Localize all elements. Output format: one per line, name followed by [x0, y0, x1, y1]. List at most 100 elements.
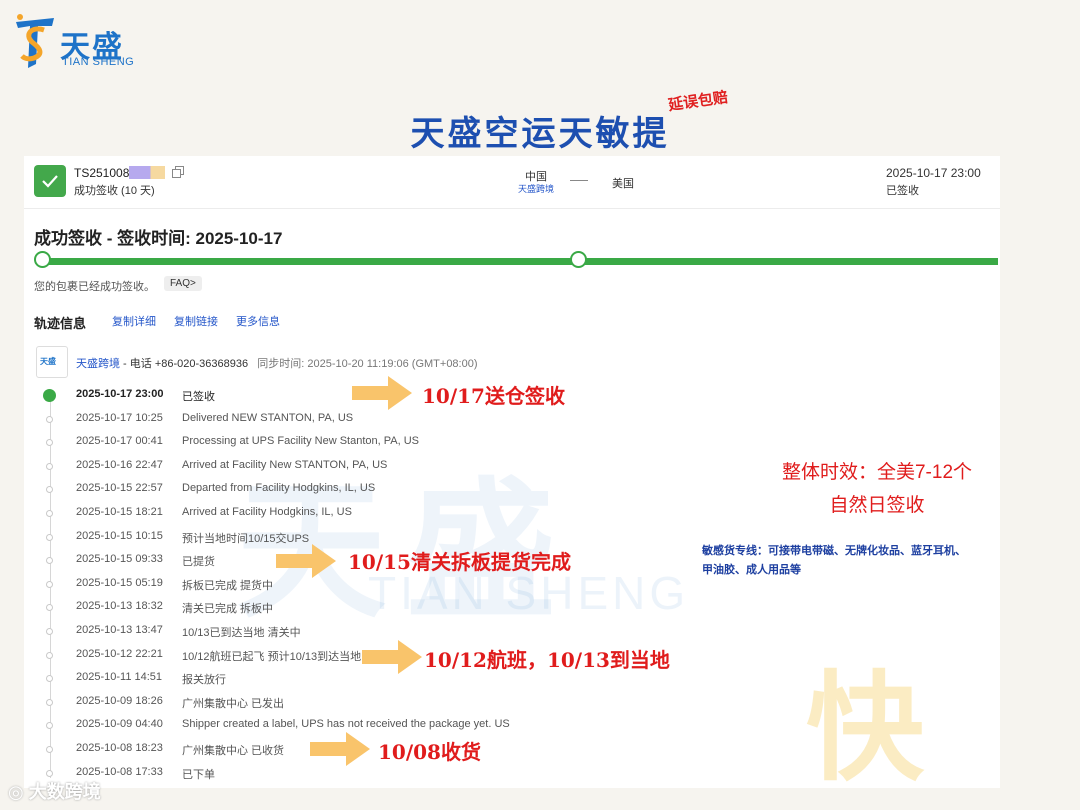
transit-summary: 整体时效：全美7-12个 自然日签收 [752, 456, 1002, 522]
event-time: 2025-10-09 04:40 [76, 718, 163, 731]
footer-watermark-text: 大数跨境 [28, 782, 101, 802]
timeline-dot [46, 769, 53, 777]
delivered-check-icon [34, 165, 66, 197]
event-time: 2025-10-08 17:33 [76, 765, 163, 778]
carrier-logo-text: 天盛 [40, 357, 56, 366]
page-title: 天盛空运天敏提 [410, 115, 670, 153]
event-description: 已下单 [182, 768, 215, 781]
timeline-dot [46, 675, 53, 683]
event-time: 2025-10-15 09:33 [76, 553, 163, 566]
arrow-icon [276, 544, 336, 578]
timeline-event: 2025-10-15 05:19 拆板已完成 提货中 [24, 575, 624, 597]
timeline-event: 2025-10-17 10:25 Delivered NEW STANTON, P… [24, 410, 624, 432]
timeline-dot [46, 415, 53, 423]
event-time: 2025-10-13 18:32 [76, 600, 163, 613]
timeline-event: 2025-10-17 00:41 Processing at UPS Facili… [24, 433, 624, 455]
summary-line-1: 整体时效：全美7-12个 [781, 462, 973, 483]
event-time: 2025-10-08 18:23 [76, 742, 163, 754]
annotation-delivered: 10/17送仓签收 [422, 384, 565, 408]
redacted-mask [129, 166, 166, 179]
delivery-headline: 成功签收 - 签收时间: 2025-10-17 [34, 229, 283, 248]
annotation-received: 10/08收货 [378, 740, 481, 764]
annotation-flight: 10/12航班，10/13到当地 [424, 648, 670, 672]
event-time: 2025-10-11 14:51 [76, 671, 163, 684]
event-time: 2025-10-16 22:47 [76, 458, 163, 471]
shipment-header: TS251008 成功签收 (10 天) 中国 天盛跨境 美国 2025-10-… [24, 156, 1000, 209]
carrier-info: 天盛跨境 - 电话 +86-020-36368936 同步时间: 2025-10… [76, 355, 478, 371]
timeline-event: 2025-10-09 18:26 广州集散中心 已发出 [24, 693, 624, 715]
event-description: Delivered NEW STANTON, PA, US [182, 411, 354, 424]
last-update-time: 2025-10-17 23:00 [886, 166, 981, 180]
sensitive-line-1: 敏感货专线：可接带电带磁、无牌化妆品、蓝牙耳机、 [702, 545, 966, 557]
timeline-dot [46, 628, 53, 635]
shipment-status: 成功签收 (10 天) [74, 185, 155, 197]
event-time: 2025-10-17 00:41 [76, 435, 163, 448]
event-description: 已提货 [182, 556, 215, 569]
annotation-customs: 10/15清关拆板提货完成 [348, 550, 571, 574]
more-info-link[interactable]: 更多信息 [236, 313, 280, 329]
event-description: 报关放行 [182, 674, 226, 687]
tian-sheng-logo-icon [16, 14, 54, 68]
timeline-event: 2025-10-13 13:47 10/13已到达当地 清关中 [24, 622, 624, 644]
event-description: Shipper created a label, UPS has not rec… [182, 718, 510, 731]
event-description: Arrived at Facility Hodgkins, IL, US [182, 506, 352, 518]
timeline-dot [46, 651, 53, 659]
timeline-dot [46, 533, 53, 541]
event-time: 2025-10-17 23:00 [76, 388, 164, 400]
brand-logo: 天盛 TIAN SHENG [14, 12, 144, 72]
route-arrow-icon [570, 180, 588, 181]
timeline-dot [46, 510, 53, 517]
last-update-status: 已签收 [886, 185, 919, 197]
delivered-dot-icon [43, 389, 56, 402]
event-description: 拆板已完成 提货中 [182, 579, 274, 592]
event-time: 2025-10-15 18:21 [76, 506, 163, 518]
tracking-number-text: TS251008 [74, 166, 130, 180]
arrow-icon [362, 640, 422, 674]
footer-watermark: ◎ 大数跨境 [8, 778, 101, 804]
footer-watermark-icon: ◎ [8, 782, 29, 802]
arrow-icon [310, 732, 370, 766]
event-description: Departed from Facility Hodgkins, IL, US [182, 482, 376, 495]
timeline-event: 2025-10-08 17:33 已下单 [24, 764, 624, 786]
carrier-phone: - 电话 +86-020-36368936 [120, 358, 249, 370]
timeline-event: 2025-10-13 18:32 清关已完成 拆板中 [24, 598, 624, 620]
timeline-dot [46, 746, 53, 753]
timeline-event: 2025-10-15 18:21 Arrived at Facility Hodg… [24, 504, 624, 526]
event-time: 2025-10-12 22:21 [76, 647, 163, 660]
timeline-dot [46, 722, 53, 730]
timeline-dot [46, 580, 53, 588]
sensitive-goods-note: 敏感货专线：可接带电带磁、无牌化妆品、蓝牙耳机、 甲油胶、成人用品等 [702, 542, 1042, 580]
watermark-kuai: 快 [806, 663, 925, 795]
timeline-dot [46, 439, 53, 447]
timeline-event: 2025-10-15 22:57 Departed from Facility H… [24, 480, 624, 502]
faq-button[interactable]: FAQ> [164, 276, 202, 291]
timeline-dot [46, 698, 53, 706]
destination-country: 美国 [612, 178, 634, 190]
carrier-name-link[interactable]: 天盛跨境 [76, 358, 120, 370]
tracking-section-title: 轨迹信息 [34, 316, 87, 331]
copy-link-link[interactable]: 复制链接 [174, 313, 218, 329]
event-time: 2025-10-15 22:57 [76, 482, 163, 495]
event-time: 2025-10-13 13:47 [76, 624, 163, 636]
copy-icon[interactable] [172, 166, 184, 178]
copy-details-link[interactable]: 复制详细 [112, 313, 156, 329]
event-description: 10/12航班已起飞 预计10/13到达当地 [182, 650, 362, 663]
event-description: 清关已完成 拆板中 [182, 603, 274, 616]
event-description: 10/13已到达当地 清关中 [182, 627, 301, 639]
event-description: Arrived at Facility New STANTON, PA, US [182, 458, 388, 471]
origin-carrier-link[interactable]: 天盛跨境 [506, 182, 566, 195]
progress-mid-dot [570, 251, 587, 268]
progress-note: 您的包裹已经成功签收。 [34, 281, 155, 293]
sync-time: 同步时间: 2025-10-20 11:19:06 (GMT+08:00) [257, 358, 478, 370]
event-description: Processing at UPS Facility New Stanton, … [182, 435, 419, 448]
progress-bar [42, 258, 998, 265]
event-description: 广州集散中心 已发出 [182, 697, 285, 710]
timeline-event: 2025-10-16 22:47 Arrived at Facility New … [24, 457, 624, 479]
timeline-dot [46, 462, 53, 470]
event-description: 已签收 [182, 391, 215, 403]
event-time: 2025-10-15 10:15 [76, 529, 163, 542]
timeline-dot [46, 486, 53, 494]
event-description: 广州集散中心 已收货 [182, 745, 285, 757]
arrow-icon [352, 376, 412, 410]
event-time: 2025-10-17 10:25 [76, 411, 163, 424]
